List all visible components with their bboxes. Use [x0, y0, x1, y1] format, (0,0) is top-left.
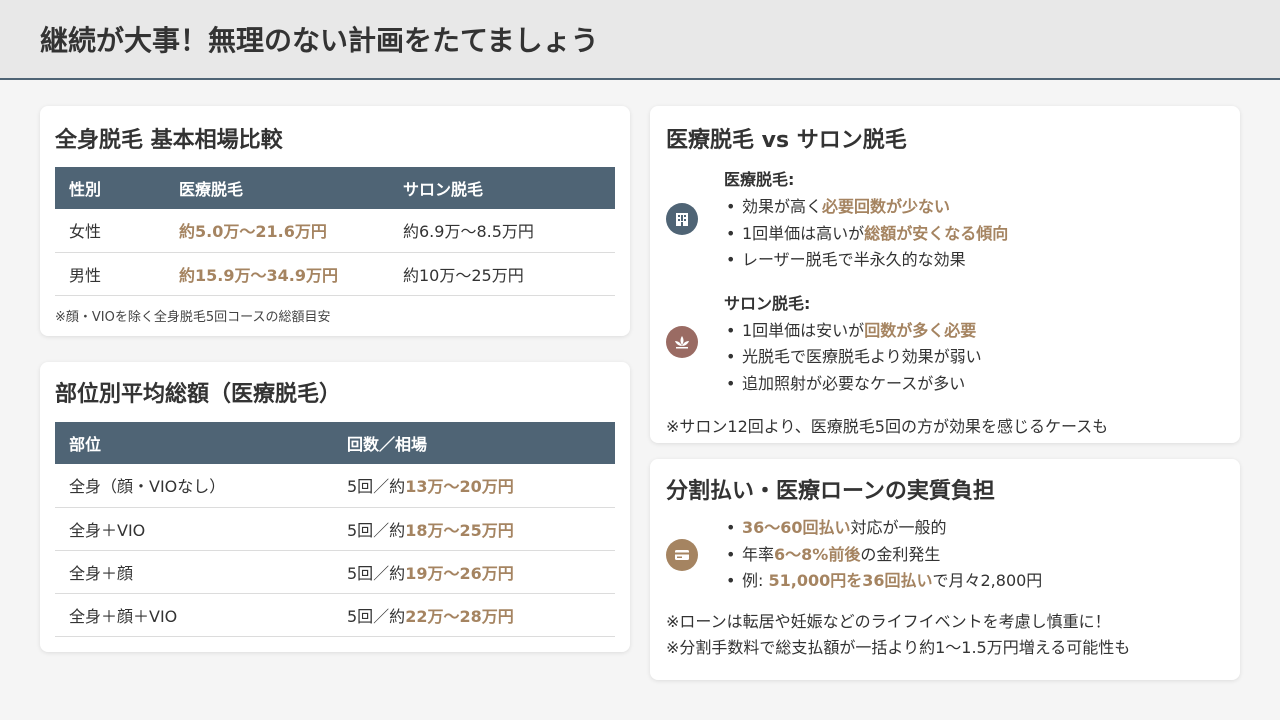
- salon-title: サロン脱毛:: [724, 293, 811, 313]
- cell-part: 全身（顔・VIOなし）: [55, 464, 333, 508]
- table-row: 全身＋VIO 5回／約18万〜25万円: [55, 507, 615, 551]
- bullet-text: 1回単価は高いが: [742, 223, 865, 243]
- bullet-highlight: 回数が多く必要: [864, 320, 977, 340]
- bullet-text: 1回単価は安いが: [742, 320, 865, 340]
- list-item: レーザー脱毛で半永久的な効果: [724, 247, 1224, 274]
- bullet-text: 年率: [742, 544, 775, 564]
- loan-note-2: ※分割手数料で総支払額が一括より約1〜1.5万円増える可能性も: [666, 637, 1131, 657]
- bullet-highlight: 必要回数が少ない: [822, 197, 951, 216]
- compare-note: ※サロン12回より、医療脱毛5回の方が効果を感じるケースも: [666, 417, 1109, 436]
- cell-price: 5回／約13万〜20万円: [333, 464, 615, 508]
- salon-section: サロン脱毛: 1回単価は安いが回数が多く必要 光脱毛で医療脱毛より効果が弱い 追…: [666, 290, 1224, 398]
- table-row: 全身（顔・VIOなし） 5回／約13万〜20万円: [55, 464, 615, 508]
- price-value: 19万〜26万円: [405, 563, 514, 583]
- cell-price: 5回／約22万〜28万円: [333, 593, 615, 637]
- bullet-text: レーザー脱毛で半永久的な効果: [742, 250, 966, 269]
- bullet-text: 追加照射が必要なケースが多い: [742, 373, 966, 393]
- list-item: 36〜60回払い対応が一般的: [724, 515, 1224, 542]
- basic-price-card: 全身脱毛 基本相場比較 性別 医療脱毛 サロン脱毛 女性 約5.0万〜21.6万…: [40, 106, 630, 336]
- medical-section: 医療脱毛: 効果が高く必要回数が少ない 1回単価は高いが総額が安くなる傾向 レー…: [666, 166, 1224, 274]
- cell-part: 全身＋顔＋VIO: [55, 593, 333, 637]
- basic-price-title: 全身脱毛 基本相場比較: [55, 128, 283, 153]
- table-row: 男性 約15.9万〜34.9万円 約10万〜25万円: [55, 252, 615, 296]
- bullet-text: の金利発生: [860, 544, 941, 564]
- loan-note-1: ※ローンは転居や妊娠などのライフイベントを考慮し慎重に！: [666, 611, 1111, 631]
- cell-part: 全身＋顔: [55, 550, 333, 594]
- cell-gender: 男性: [55, 252, 165, 296]
- col-count-price: 回数／相場: [333, 422, 615, 464]
- bullet-text: 光脱毛で医療脱毛より効果が弱い: [742, 347, 982, 366]
- cell-gender: 女性: [55, 209, 165, 253]
- list-item: 1回単価は高いが総額が安くなる傾向: [724, 221, 1224, 248]
- col-part: 部位: [55, 422, 333, 464]
- parts-price-card: 部位別平均総額（医療脱毛） 部位 回数／相場 全身（顔・VIOなし） 5回／約1…: [40, 362, 630, 652]
- cell-medical: 約5.0万〜21.6万円: [165, 209, 389, 253]
- credit-card-icon: [666, 539, 698, 571]
- bullet-highlight: 36〜60回払い: [742, 518, 851, 537]
- page-header: 継続が大事！無理のない計画をたてましょう: [0, 0, 1280, 80]
- bullet-text: 対応が一般的: [850, 518, 947, 537]
- cell-salon: 約6.9万〜8.5万円: [389, 209, 615, 253]
- bullet-highlight: 総額が安くなる傾向: [864, 223, 1009, 243]
- table-header-row: 部位 回数／相場: [55, 422, 615, 464]
- parts-price-title: 部位別平均総額（医療脱毛）: [55, 382, 342, 407]
- salon-bullets: 1回単価は安いが回数が多く必要 光脱毛で医療脱毛より効果が弱い 追加照射が必要な…: [724, 318, 1224, 398]
- cell-part: 全身＋VIO: [55, 507, 333, 551]
- cell-salon: 約10万〜25万円: [389, 252, 615, 296]
- bullet-text: 効果が高く: [742, 197, 823, 216]
- table-row: 全身＋顔 5回／約19万〜26万円: [55, 550, 615, 594]
- list-item: 年率6〜8%前後の金利発生: [724, 542, 1224, 569]
- price-prefix: 5回／約: [347, 563, 406, 583]
- table-row: 全身＋顔＋VIO 5回／約22万〜28万円: [55, 593, 615, 637]
- price-prefix: 5回／約: [347, 477, 406, 497]
- list-item: 追加照射が必要なケースが多い: [724, 371, 1224, 398]
- loan-title: 分割払い・医療ローンの実質負担: [666, 479, 995, 504]
- list-item: 例: 51,000円を36回払いで月々2,800円: [724, 568, 1224, 595]
- medical-bullets: 効果が高く必要回数が少ない 1回単価は高いが総額が安くなる傾向 レーザー脱毛で半…: [724, 194, 1224, 274]
- spa-icon: [666, 325, 698, 358]
- hospital-icon: [666, 203, 698, 235]
- bullet-highlight: 6〜8%前後: [774, 544, 861, 564]
- price-prefix: 5回／約: [347, 606, 406, 626]
- cell-price: 5回／約19万〜26万円: [333, 550, 615, 594]
- loan-card: 分割払い・医療ローンの実質負担 36〜60回払い対応が一般的 年率6〜8%前後の…: [650, 459, 1240, 680]
- bullet-highlight: 51,000円を36回払い: [768, 571, 933, 590]
- compare-title: 医療脱毛 vs サロン脱毛: [666, 128, 907, 153]
- medical-title: 医療脱毛:: [724, 170, 795, 189]
- bullet-text: で月々2,800円: [932, 571, 1043, 590]
- basic-price-note: ※顔・VIOを除く全身脱毛5回コースの総額目安: [55, 309, 331, 325]
- parts-price-table: 部位 回数／相場 全身（顔・VIOなし） 5回／約13万〜20万円 全身＋VIO…: [55, 422, 615, 637]
- bullet-text: 例:: [742, 571, 769, 590]
- list-item: 効果が高く必要回数が少ない: [724, 194, 1224, 221]
- compare-card: 医療脱毛 vs サロン脱毛 医療脱毛: 効果が高く必要回数が少ない 1回単価は高…: [650, 106, 1240, 443]
- price-value: 13万〜20万円: [405, 477, 514, 497]
- page-title: 継続が大事！無理のない計画をたてましょう: [40, 24, 599, 57]
- col-salon: サロン脱毛: [389, 167, 615, 209]
- cell-medical: 約15.9万〜34.9万円: [165, 252, 389, 296]
- basic-price-table: 性別 医療脱毛 サロン脱毛 女性 約5.0万〜21.6万円 約6.9万〜8.5万…: [55, 167, 615, 296]
- table-header-row: 性別 医療脱毛 サロン脱毛: [55, 167, 615, 209]
- cell-price: 5回／約18万〜25万円: [333, 507, 615, 551]
- loan-bullets: 36〜60回払い対応が一般的 年率6〜8%前後の金利発生 例: 51,000円を…: [724, 515, 1224, 595]
- col-medical: 医療脱毛: [165, 167, 389, 209]
- price-value: 18万〜25万円: [405, 520, 514, 540]
- price-prefix: 5回／約: [347, 520, 406, 540]
- price-value: 22万〜28万円: [405, 606, 514, 626]
- col-gender: 性別: [55, 167, 165, 209]
- table-row: 女性 約5.0万〜21.6万円 約6.9万〜8.5万円: [55, 209, 615, 253]
- list-item: 1回単価は安いが回数が多く必要: [724, 318, 1224, 345]
- list-item: 光脱毛で医療脱毛より効果が弱い: [724, 344, 1224, 371]
- loan-section: 36〜60回払い対応が一般的 年率6〜8%前後の金利発生 例: 51,000円を…: [666, 515, 1224, 595]
